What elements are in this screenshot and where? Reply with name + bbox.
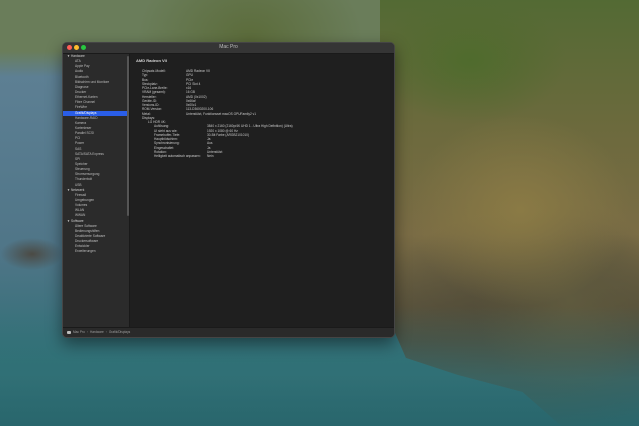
sidebar-item-label: FireWire [75,105,88,110]
breadcrumb-item[interactable]: Grafik/Displays [109,330,130,334]
info-value: Unterstützt, Funktionsset macOS GPUFamil… [186,111,256,116]
info-value: 30-Bit Farbe (ARGB2101010) [207,132,249,137]
sidebar-item-label: Power [75,141,85,146]
sidebar-item-label: Hardware [71,54,85,58]
sidebar-item-label: Drucker [75,89,87,94]
window-title: Mac Pro [219,44,238,50]
sidebar-item-label: Fibre Channel [75,100,96,105]
sidebar-item-label: Volumes [75,203,88,208]
info-key: Helligkeit automatisch anpassen: [154,154,201,158]
breadcrumb: Mac Pro › Hardware › Grafik/Displays [67,330,130,334]
display-info-row: Helligkeit automatisch anpassen: Nein [154,154,214,158]
system-information-window: Mac Pro ▼Hardware ATA Apple Pay Audio Blueto… [62,42,395,338]
sidebar-item-label: Entwickler [75,244,90,249]
sidebar-item-label: Bildschirm und Monitore [75,79,110,84]
breadcrumb-item[interactable]: Hardware [90,330,104,334]
sidebar-item-label: Audio [75,69,84,74]
sidebar-item-label: SATA/SATA Express [75,151,104,156]
sidebar-item-label: ATA [75,59,81,64]
sidebar-item-label: Firewall [75,192,86,197]
sidebar: ▼Hardware ATA Apple Pay Audio Bluetooth Bilds… [63,54,130,327]
sidebar-item-label: Deaktivierte Software [75,233,106,238]
info-value: Nein [207,154,214,158]
sidebar-item-label: WWAN [75,213,86,218]
sidebar-item-label: PCI [75,136,81,141]
status-bar: Mac Pro › Hardware › Grafik/Displays [63,327,394,337]
sidebar-item-label: Druckersoftware [75,239,99,244]
sidebar-item-label: Apple Pay [75,64,90,69]
sidebar-item-label: Kartenleser [75,125,92,130]
sidebar-item-label: Thunderbolt [75,177,93,182]
sidebar-item-label: Grafik/Displays [75,110,97,115]
sidebar-item-label: Erweiterungen [75,249,96,254]
sidebar-item-label: Bluetooth [75,74,89,79]
title-bar[interactable]: Mac Pro [63,43,394,54]
sidebar-item-label: WLAN [75,208,85,213]
sidebar-item-label: Speicher [75,161,88,166]
sidebar-item[interactable]: Erweiterungen [63,249,129,254]
sidebar-item-label: Parallel SCSI [75,131,94,136]
breadcrumb-item[interactable]: Mac Pro [73,330,85,334]
sidebar-item-label: SAS [75,146,82,151]
sidebar-item-label: Stromversorgung [75,172,100,177]
sidebar-scrollbar[interactable] [127,56,129,216]
detail-pane: AMD Radeon VII Chipsatz-Modell: AMD Radeo… [130,54,394,327]
sidebar-item-label: USB [75,182,82,187]
wallpaper-rocks [0,232,70,272]
sidebar-item-label: Ethernet-Karten [75,95,98,100]
sidebar-item-label: SPI [75,156,81,161]
sidebar-item-label: Diagnose [75,84,89,89]
device-title: AMD Radeon VII [136,58,167,63]
sidebar-item-label: Kamera [75,120,87,125]
computer-icon [67,330,71,334]
sidebar-item-label: Bedienungshilfen [75,228,100,233]
sidebar-item-label: Hardware-RAID [75,115,98,120]
sidebar-item-label: Netzwerk [71,187,85,192]
sidebar-item-label: Steuerung [75,167,90,172]
sidebar-item-label: Software [71,218,84,223]
sidebar-item-label: Ältere Software [75,223,97,228]
sidebar-item-label: Umgebungen [75,197,95,202]
